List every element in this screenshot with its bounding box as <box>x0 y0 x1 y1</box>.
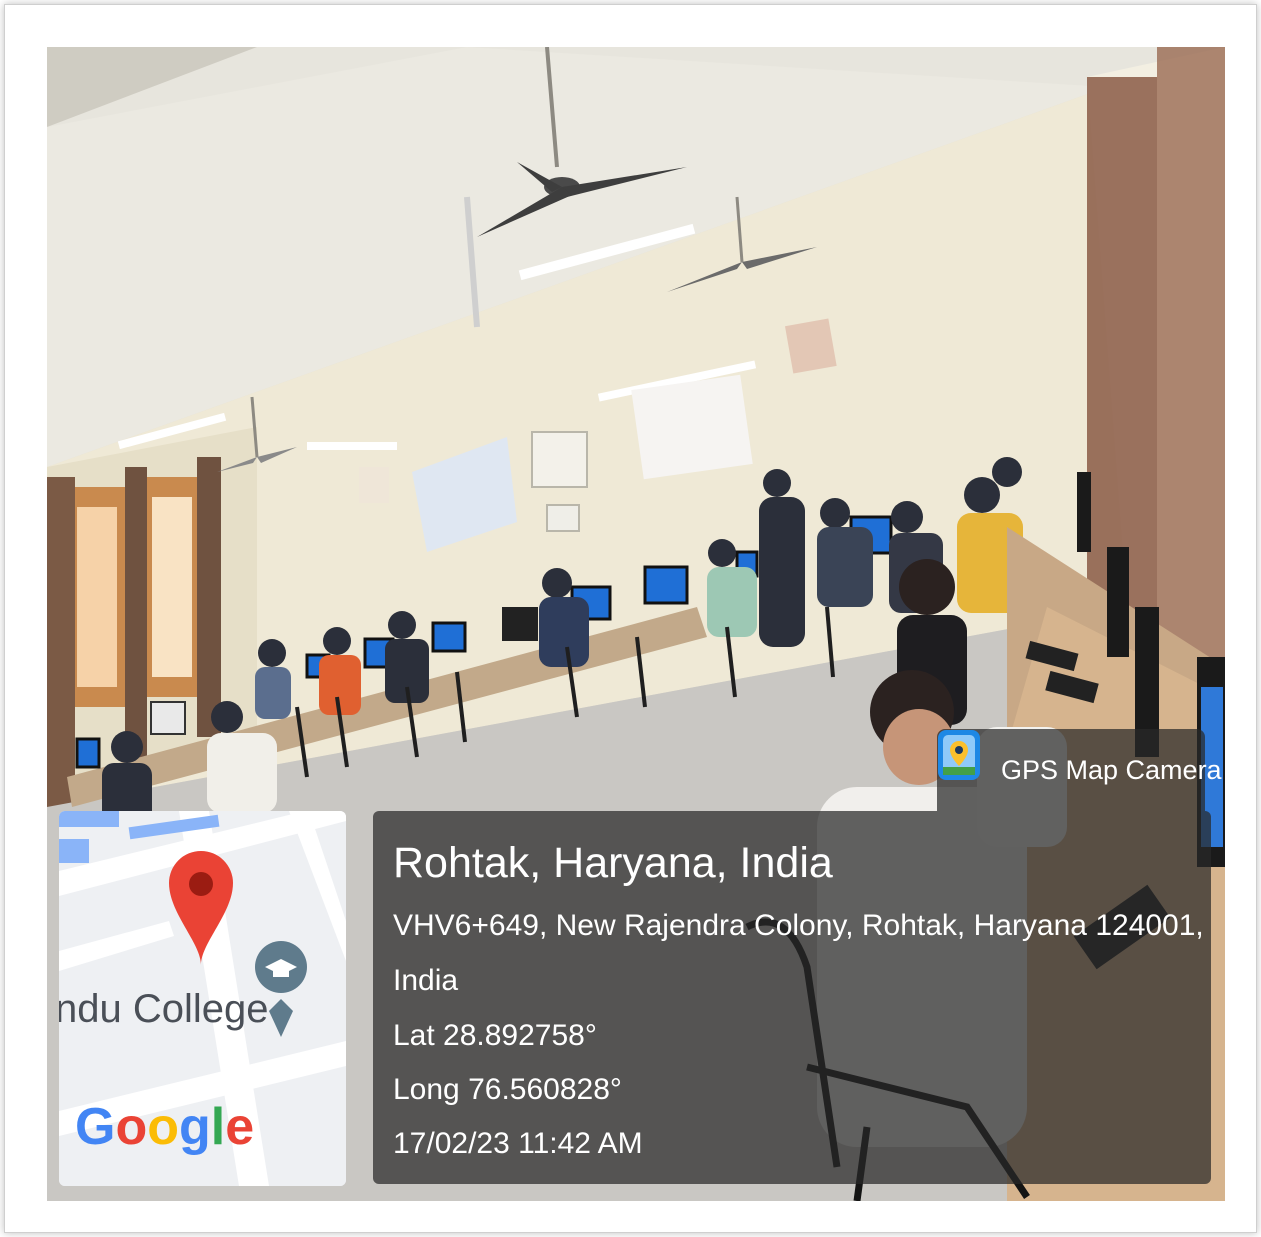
map-thumbnail: ndu College Google <box>59 811 346 1186</box>
gps-map-camera-badge: GPS Map Camera <box>937 729 1222 811</box>
latitude-text: Lat 28.892758° <box>393 1019 597 1052</box>
photo-frame: GPS Map Camera ndu College Google Rohtak… <box>4 4 1257 1233</box>
app-name-label: GPS Map Camera <box>1001 755 1222 785</box>
address-line-2: India <box>393 964 459 997</box>
location-info-panel: Rohtak, Haryana, India VHV6+649, New Raj… <box>373 811 1211 1184</box>
address-line-1: VHV6+649, New Rajendra Colony, Rohtak, H… <box>393 909 1204 942</box>
gps-map-camera-icon <box>938 730 980 780</box>
map-place-label: ndu College <box>59 987 269 1031</box>
computer-lab-photo: GPS Map Camera ndu College Google Rohtak… <box>47 47 1225 1201</box>
location-title: Rohtak, Haryana, India <box>393 839 833 887</box>
longitude-text: Long 76.560828° <box>393 1073 622 1106</box>
datetime-text: 17/02/23 11:42 AM <box>393 1127 643 1160</box>
google-logo: Google <box>75 1098 255 1156</box>
